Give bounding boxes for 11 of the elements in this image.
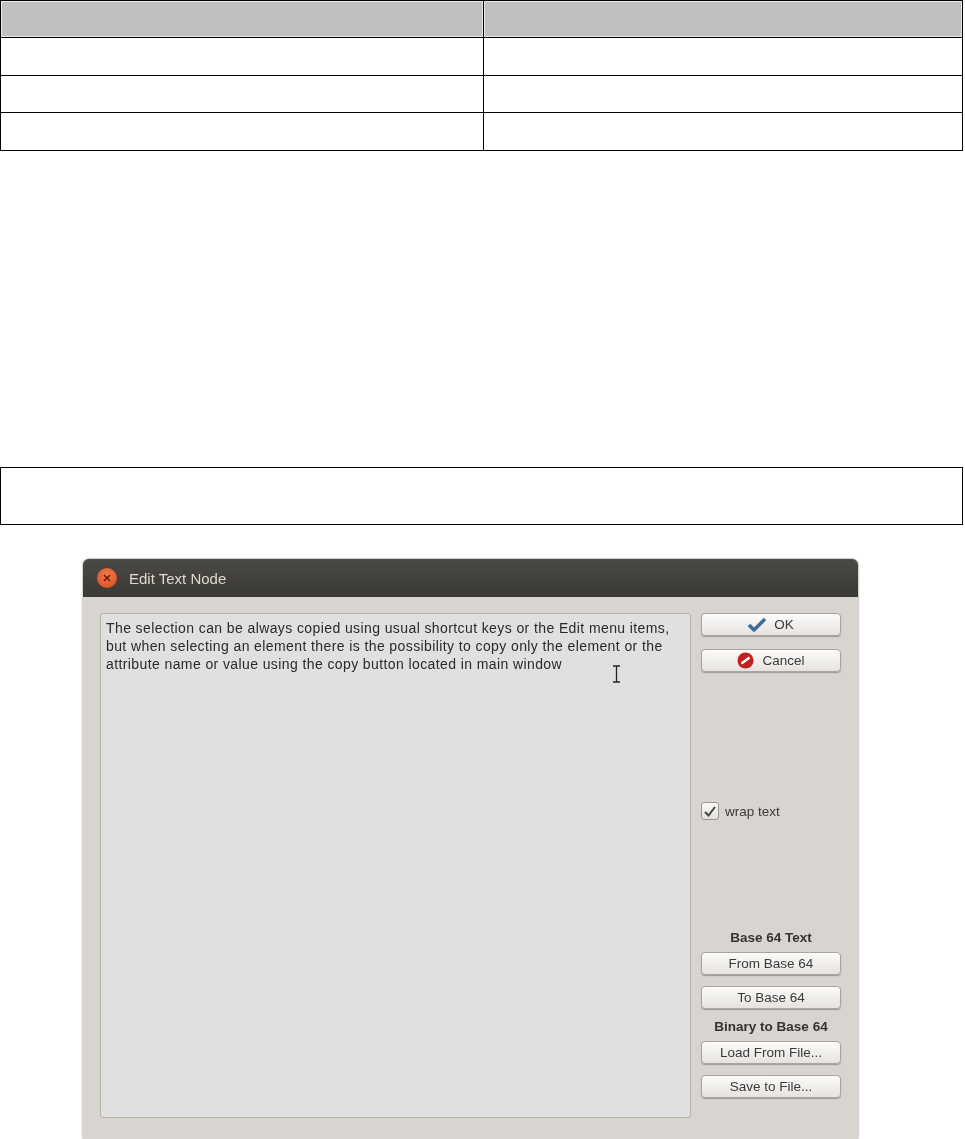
wrap-text-label: wrap text (725, 804, 780, 819)
window-title: Edit Text Node (129, 570, 227, 587)
node-text: The selection can be always copied using usual shortcut keys or the Edit menu items, but when selecting an element there is the possibility to copy only the element or the attribute name or value using the copy button located in main window (106, 620, 670, 673)
base64-heading: Base 64 Text (729, 930, 813, 946)
to-base64-button[interactable]: To Base 64 (701, 986, 841, 1010)
cancel-button[interactable]: Cancel (701, 649, 841, 673)
ok-button[interactable]: OK (701, 613, 841, 637)
binary-heading: Binary to Base 64 (713, 1019, 829, 1035)
from-base64-button[interactable]: From Base 64 (701, 952, 841, 976)
load-file-button[interactable]: Load From File... (701, 1041, 841, 1065)
save-file-button[interactable]: Save to File... (701, 1075, 841, 1099)
